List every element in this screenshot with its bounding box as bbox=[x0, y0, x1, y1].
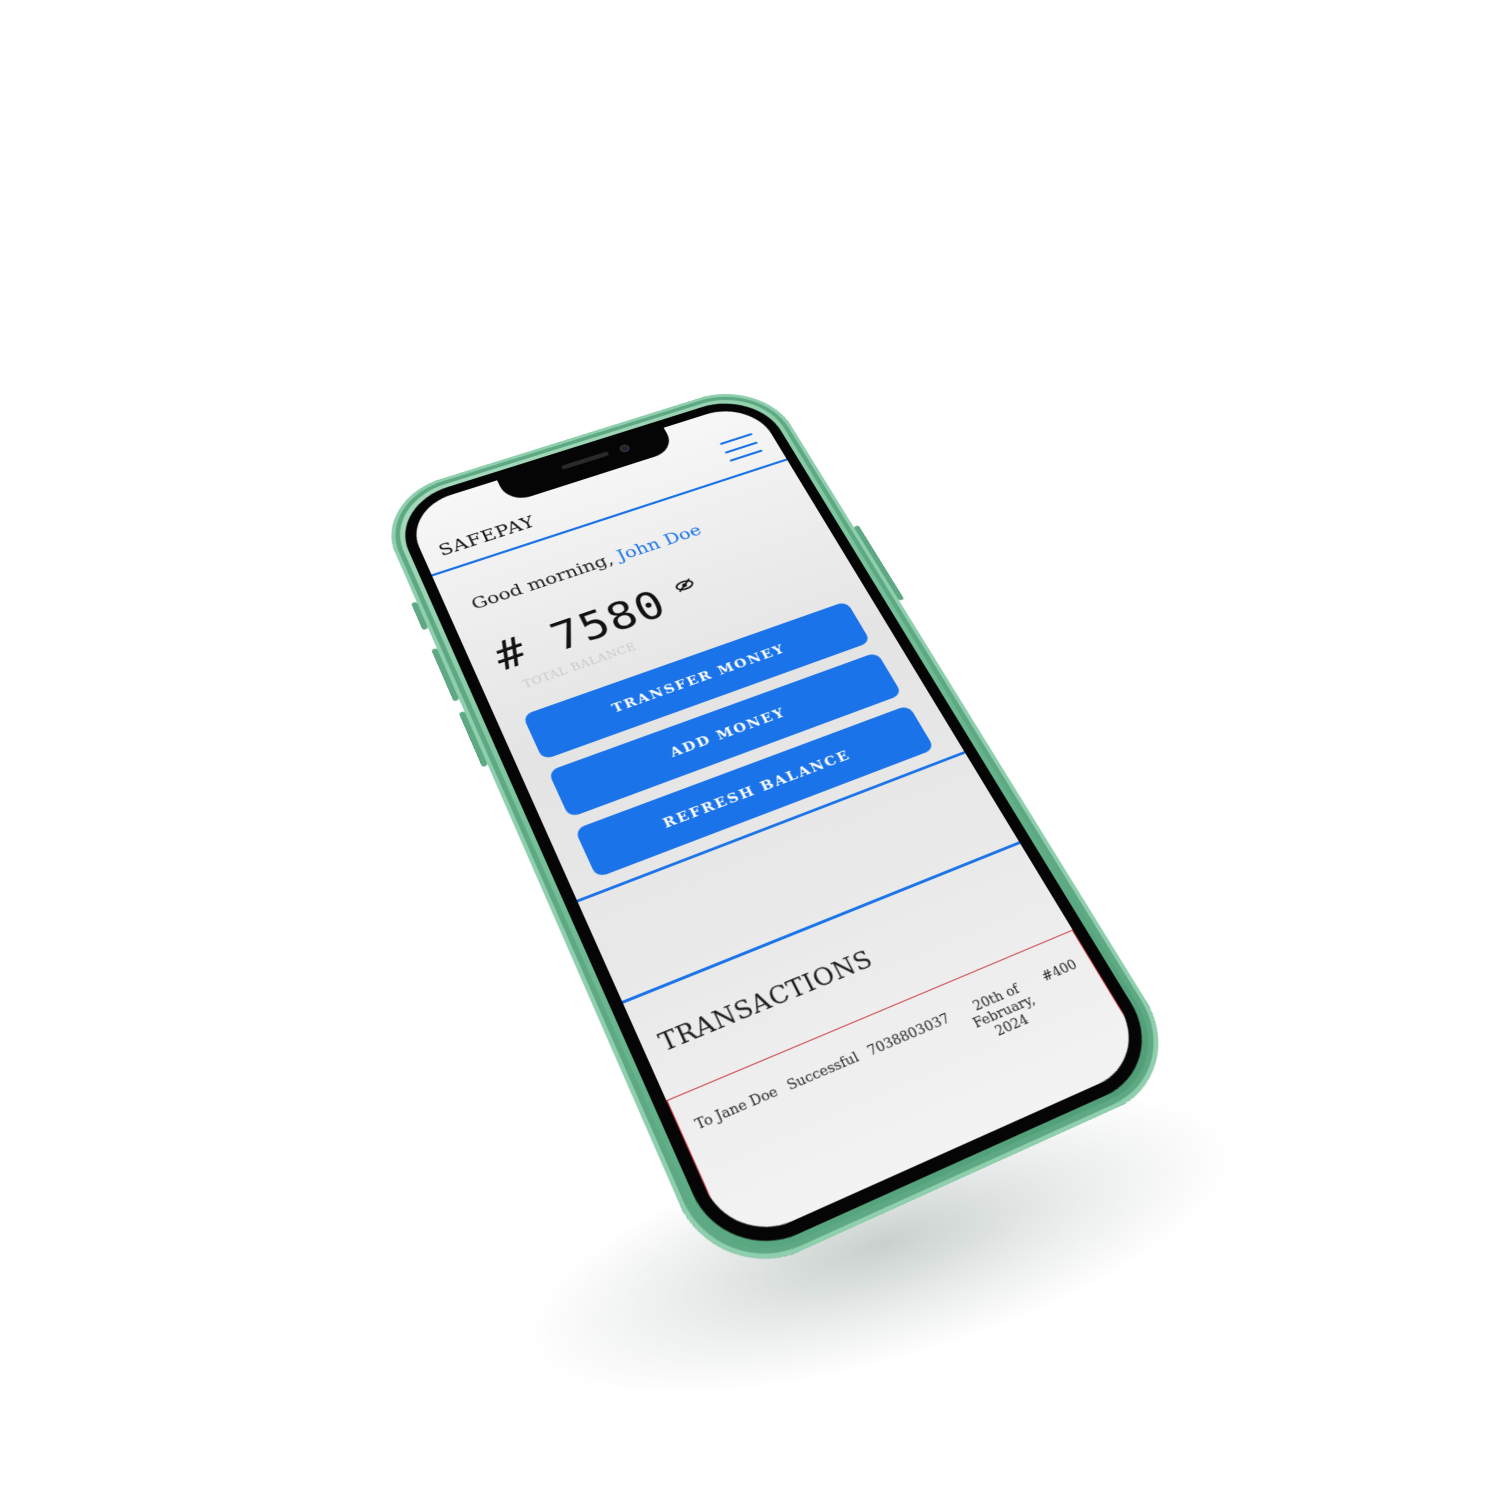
user-name: John Doe bbox=[613, 521, 705, 565]
mute-switch bbox=[411, 601, 429, 631]
app-header: SAFEPAY bbox=[402, 400, 788, 577]
tx-date: 20th of February, 2024 bbox=[970, 981, 1038, 1040]
eye-slash-icon[interactable] bbox=[672, 577, 697, 594]
tx-account: 7038803037 bbox=[865, 1011, 954, 1060]
brand-logo[interactable]: SAFEPAY bbox=[436, 513, 539, 560]
menu-line bbox=[729, 449, 763, 462]
phone-bezel: SAFEPAY Good morning, John Doe # 7580 TO… bbox=[388, 390, 1170, 1267]
tx-amount: #400 bbox=[1039, 957, 1081, 986]
tx-status: Successful bbox=[784, 1049, 862, 1095]
phone-frame: SAFEPAY Good morning, John Doe # 7580 TO… bbox=[372, 378, 1192, 1290]
tx-recipient: To Jane Doe bbox=[692, 1084, 781, 1134]
table-row[interactable]: To Jane Doe Successful 7038803037 20th o… bbox=[668, 931, 1110, 1171]
transactions-table: To Jane Doe Successful 7038803037 20th o… bbox=[666, 929, 1152, 1248]
hamburger-menu-icon[interactable] bbox=[719, 432, 763, 462]
phone-screen: SAFEPAY Good morning, John Doe # 7580 TO… bbox=[402, 400, 1152, 1248]
front-camera bbox=[618, 443, 632, 454]
speaker-grille bbox=[560, 451, 610, 470]
device-stage: SAFEPAY Good morning, John Doe # 7580 TO… bbox=[0, 0, 1500, 1500]
